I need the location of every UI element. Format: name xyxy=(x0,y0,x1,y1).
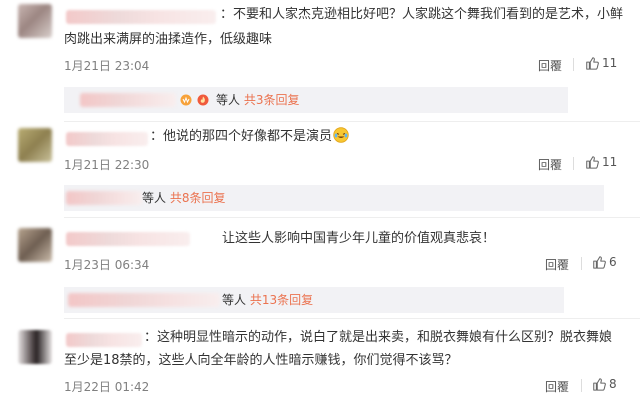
comment-item: 让这些人影响中国青少年儿童的价值观真悲哀！ 1月23日 06:34 回覆 6 等… xyxy=(0,224,640,319)
comment-text-line: ：他说的那四个好像都不是演员 xyxy=(150,126,349,147)
username[interactable] xyxy=(66,10,216,24)
like-button[interactable]: 11 xyxy=(585,56,617,70)
comment-time: 1月21日 22:30 xyxy=(64,158,150,172)
reply-button[interactable]: 回覆 xyxy=(545,256,569,273)
sub-replies-box: 等人 共3条回复 xyxy=(64,87,568,113)
sub-replies-box: 等人 共8条回复 xyxy=(64,185,604,211)
sub-replies-summary: 等人 共13条回复 xyxy=(222,293,314,307)
like-count: 8 xyxy=(609,377,617,391)
thumbs-up-icon xyxy=(593,256,606,269)
divider xyxy=(573,58,574,71)
comment-time: 1月22日 01:42 xyxy=(64,380,150,394)
comment-time: 1月21日 23:04 xyxy=(64,59,150,73)
comment-item: ：这种明显性暗示的动作，说白了就是出来卖，和脱衣舞娘有什么区别？脱衣舞娘 至少是… xyxy=(0,324,640,407)
fire-icon xyxy=(197,94,209,106)
avatar[interactable] xyxy=(18,128,52,162)
avatar[interactable] xyxy=(18,330,52,364)
divider xyxy=(573,157,574,170)
avatar[interactable] xyxy=(18,4,52,38)
avatar[interactable] xyxy=(18,228,52,262)
reply-button[interactable]: 回覆 xyxy=(545,378,569,395)
like-button[interactable]: 11 xyxy=(585,155,617,169)
sub-replies-summary: 等人 共8条回复 xyxy=(142,191,226,205)
comment-time: 1月23日 06:34 xyxy=(64,258,150,272)
comment-separator xyxy=(64,217,640,218)
username[interactable] xyxy=(66,132,148,146)
divider xyxy=(581,379,582,392)
view-replies-link[interactable]: 共3条回复 xyxy=(244,93,300,107)
sub-reply-users xyxy=(68,293,220,307)
username[interactable] xyxy=(66,232,190,246)
view-replies-link[interactable]: 共13条回复 xyxy=(250,293,313,307)
like-button[interactable]: 8 xyxy=(592,377,617,391)
comment-text-line: 让这些人影响中国青少年儿童的价值观真悲哀！ xyxy=(222,231,496,246)
comment-item: ：不要和人家杰克逊相比好吧？人家跳这个舞我们看到的是艺术，小鲜 肉跳出来满屏的油… xyxy=(0,0,640,118)
like-button[interactable]: 6 xyxy=(592,255,617,269)
like-count: 11 xyxy=(602,155,618,169)
comment-item: ：他说的那四个好像都不是演员 1月21日 22:30 回覆 11 等人 共8条回… xyxy=(0,124,640,219)
comment-separator xyxy=(64,318,640,319)
vip-badge-icon xyxy=(180,94,192,106)
username[interactable] xyxy=(66,333,142,347)
like-count: 6 xyxy=(609,255,617,269)
like-count: 11 xyxy=(602,56,618,70)
divider xyxy=(581,257,582,270)
view-replies-link[interactable]: 共8条回复 xyxy=(170,191,226,205)
comment-separator xyxy=(64,121,640,122)
thumbs-up-icon xyxy=(593,378,606,391)
comment-text-line: ：这种明显性暗示的动作，说白了就是出来卖，和脱衣舞娘有什么区别？脱衣舞娘 xyxy=(144,330,613,345)
thumbs-up-icon xyxy=(586,57,599,70)
comment-text-line: 肉跳出来满屏的油揉造作，低级趣味 xyxy=(64,32,273,47)
sub-replies-summary: 等人 共3条回复 xyxy=(216,93,300,107)
laughing-crying-emoji-icon xyxy=(333,127,349,143)
reply-button[interactable]: 回覆 xyxy=(538,57,562,74)
sub-reply-users xyxy=(66,191,142,205)
thumbs-up-icon xyxy=(586,156,599,169)
sub-reply-users xyxy=(80,93,176,107)
comment-text-line: ：不要和人家杰克逊相比好吧？人家跳这个舞我们看到的是艺术，小鲜 xyxy=(220,7,624,22)
sub-replies-box: 等人 共13条回复 xyxy=(64,287,564,313)
reply-button[interactable]: 回覆 xyxy=(538,156,562,173)
comment-text-line: 至少是18禁的，这些人向全年龄的人性暗示赚钱，你们觉得不该骂？ xyxy=(64,353,458,368)
